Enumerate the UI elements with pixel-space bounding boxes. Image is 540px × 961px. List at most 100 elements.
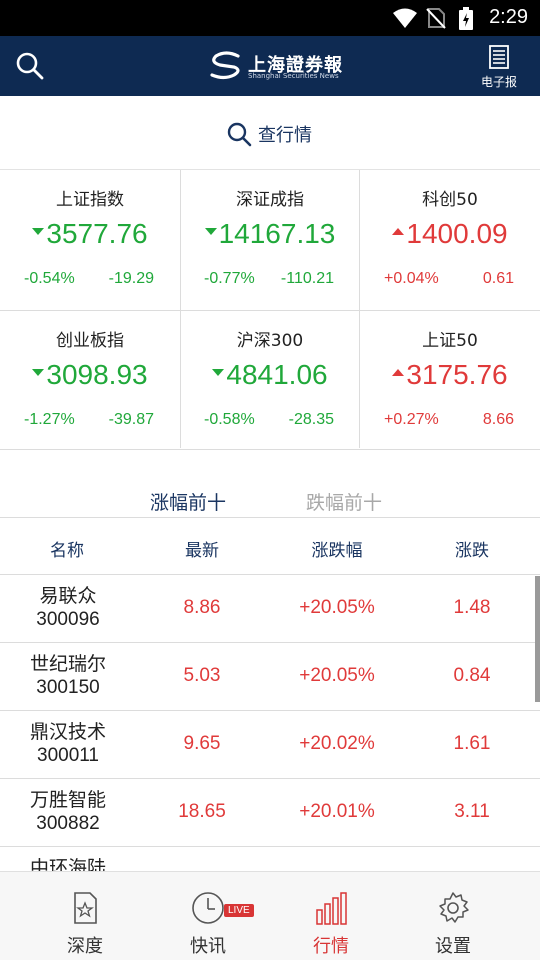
index-percent: -0.58% <box>204 411 255 428</box>
no-sim-icon <box>426 8 446 29</box>
index-percent: -0.77% <box>204 270 255 287</box>
index-name: 深证成指 <box>236 190 304 210</box>
index-change: 0.61 <box>482 270 514 287</box>
index-card-csi300[interactable]: 沪深300 4841.06 -0.58% -28.35 <box>180 311 360 451</box>
tab-losers[interactable]: 跌幅前十 <box>306 488 382 515</box>
index-percent: -0.54% <box>24 270 75 287</box>
index-percent: +0.04% <box>384 270 439 287</box>
stock-price: 9.65 <box>183 733 221 754</box>
table-row[interactable]: 易联众 300096 8.86 +20.05% 1.48 <box>0 575 540 643</box>
up-arrow-icon <box>392 369 405 377</box>
stock-percent: +20.02% <box>299 733 375 754</box>
status-bar: 2:29 <box>0 0 540 36</box>
stock-name-cell: 万胜智能 300882 <box>16 788 120 836</box>
column-header-percent[interactable]: 涨跌幅 <box>300 536 374 561</box>
search-icon <box>227 122 252 147</box>
stock-code: 300096 <box>36 609 100 630</box>
stock-name-cell: 世纪瑞尔 300150 <box>16 652 120 700</box>
table-row[interactable]: 万胜智能 300882 18.65 +20.01% 3.11 <box>0 779 540 847</box>
lookup-label: 查行情 <box>258 125 312 146</box>
battery-charging-icon <box>459 7 473 30</box>
index-price: 1400.09 <box>360 218 540 250</box>
wifi-icon <box>393 8 417 28</box>
stock-change: 3.11 <box>454 801 490 822</box>
live-badge: LIVE <box>224 904 254 917</box>
nav-label: 设置 <box>435 936 471 957</box>
app-bar: 上海證券報 Shanghai Securities News 电子报 <box>0 36 540 96</box>
stock-code: 300882 <box>36 813 100 834</box>
index-card-sse50[interactable]: 上证50 3175.76 +0.27% 8.66 <box>360 311 540 451</box>
stock-price: 18.65 <box>178 801 226 822</box>
stock-change: 1.61 <box>453 733 491 754</box>
nav-label: 深度 <box>67 936 103 957</box>
stock-price: 5.03 <box>183 665 221 686</box>
clock-icon <box>192 892 224 924</box>
index-card-sh-composite[interactable]: 上证指数 3577.76 -0.54% -19.29 <box>0 170 180 310</box>
index-price: 3577.76 <box>0 218 180 250</box>
stock-code: 300011 <box>37 745 99 766</box>
search-button[interactable] <box>14 50 46 82</box>
index-name: 沪深300 <box>236 331 304 351</box>
down-arrow-icon <box>32 369 45 377</box>
index-change: -110.21 <box>280 270 334 287</box>
tab-gainers[interactable]: 涨幅前十 <box>150 488 226 515</box>
nav-item-market[interactable]: 行情 <box>281 872 381 961</box>
quote-lookup-bar[interactable]: 查行情 <box>0 96 540 170</box>
list-scrollbar[interactable] <box>535 576 540 702</box>
index-name: 科创50 <box>422 190 478 210</box>
app-logo: 上海證券報 Shanghai Securities News <box>208 50 342 84</box>
index-name: 上证50 <box>422 331 478 351</box>
index-card-star50[interactable]: 科创50 1400.09 +0.04% 0.61 <box>360 170 540 310</box>
down-arrow-icon <box>204 228 217 236</box>
bar-chart-icon <box>316 892 347 925</box>
stock-change: 0.84 <box>453 665 491 686</box>
index-price: 3175.76 <box>360 359 540 391</box>
index-change: -28.35 <box>288 411 334 428</box>
column-header-name[interactable]: 名称 <box>30 536 104 561</box>
search-icon <box>16 52 44 80</box>
index-change: -39.87 <box>108 411 154 428</box>
newspaper-icon <box>489 45 509 69</box>
index-card-chinext[interactable]: 创业板指 3098.93 -1.27% -39.87 <box>0 311 180 451</box>
index-name: 创业板指 <box>56 331 124 351</box>
nav-item-settings[interactable]: 设置 <box>403 872 503 961</box>
epaper-label: 电子报 <box>480 75 517 89</box>
stock-change: 1.48 <box>453 597 491 618</box>
status-time: 2:29 <box>489 6 528 28</box>
ranking-tabs: 涨幅前十 跌幅前十 <box>0 478 540 518</box>
nav-label: 快讯 <box>190 936 226 957</box>
index-name: 上证指数 <box>56 190 124 210</box>
table-row[interactable]: 世纪瑞尔 300150 5.03 +20.05% 0.84 <box>0 643 540 711</box>
index-grid: 上证指数 3577.76 -0.54% -19.29 深证成指 14167.13… <box>0 170 540 450</box>
stock-price: 8.86 <box>183 597 221 618</box>
table-header: 名称 最新 涨跌幅 涨跌 <box>0 518 540 575</box>
stock-name-cell: 鼎汉技术 300011 <box>16 720 120 768</box>
index-price: 3098.93 <box>0 359 180 391</box>
table-row[interactable]: 鼎汉技术 300011 9.65 +20.02% 1.61 <box>0 711 540 779</box>
logo-subtitle: Shanghai Securities News <box>248 72 339 80</box>
index-change: -19.29 <box>108 270 154 287</box>
gear-icon <box>439 892 469 923</box>
index-change: 8.66 <box>482 411 514 428</box>
up-arrow-icon <box>392 228 405 236</box>
index-percent: -1.27% <box>24 411 75 428</box>
nav-item-depth[interactable]: 深度 <box>35 872 135 961</box>
index-percent: +0.27% <box>384 411 439 428</box>
column-header-price[interactable]: 最新 <box>165 536 239 561</box>
stock-code: 300150 <box>36 677 100 698</box>
index-price: 4841.06 <box>180 359 360 391</box>
logo-mark-icon <box>210 51 240 80</box>
down-arrow-icon <box>212 369 225 377</box>
nav-label: 行情 <box>313 936 349 957</box>
down-arrow-icon <box>32 228 45 236</box>
column-header-change[interactable]: 涨跌 <box>435 536 509 561</box>
stock-percent: +20.01% <box>299 801 375 822</box>
stock-percent: +20.05% <box>299 665 375 686</box>
stock-name-cell: 易联众 300096 <box>16 584 120 632</box>
index-price: 14167.13 <box>180 218 360 250</box>
document-star-icon <box>74 892 97 924</box>
epaper-button[interactable]: 电子报 <box>476 44 522 90</box>
stock-percent: +20.05% <box>299 597 375 618</box>
bottom-nav: 深度 快讯 LIVE 行情 设置 <box>0 871 540 960</box>
index-card-sz-component[interactable]: 深证成指 14167.13 -0.77% -110.21 <box>180 170 360 310</box>
